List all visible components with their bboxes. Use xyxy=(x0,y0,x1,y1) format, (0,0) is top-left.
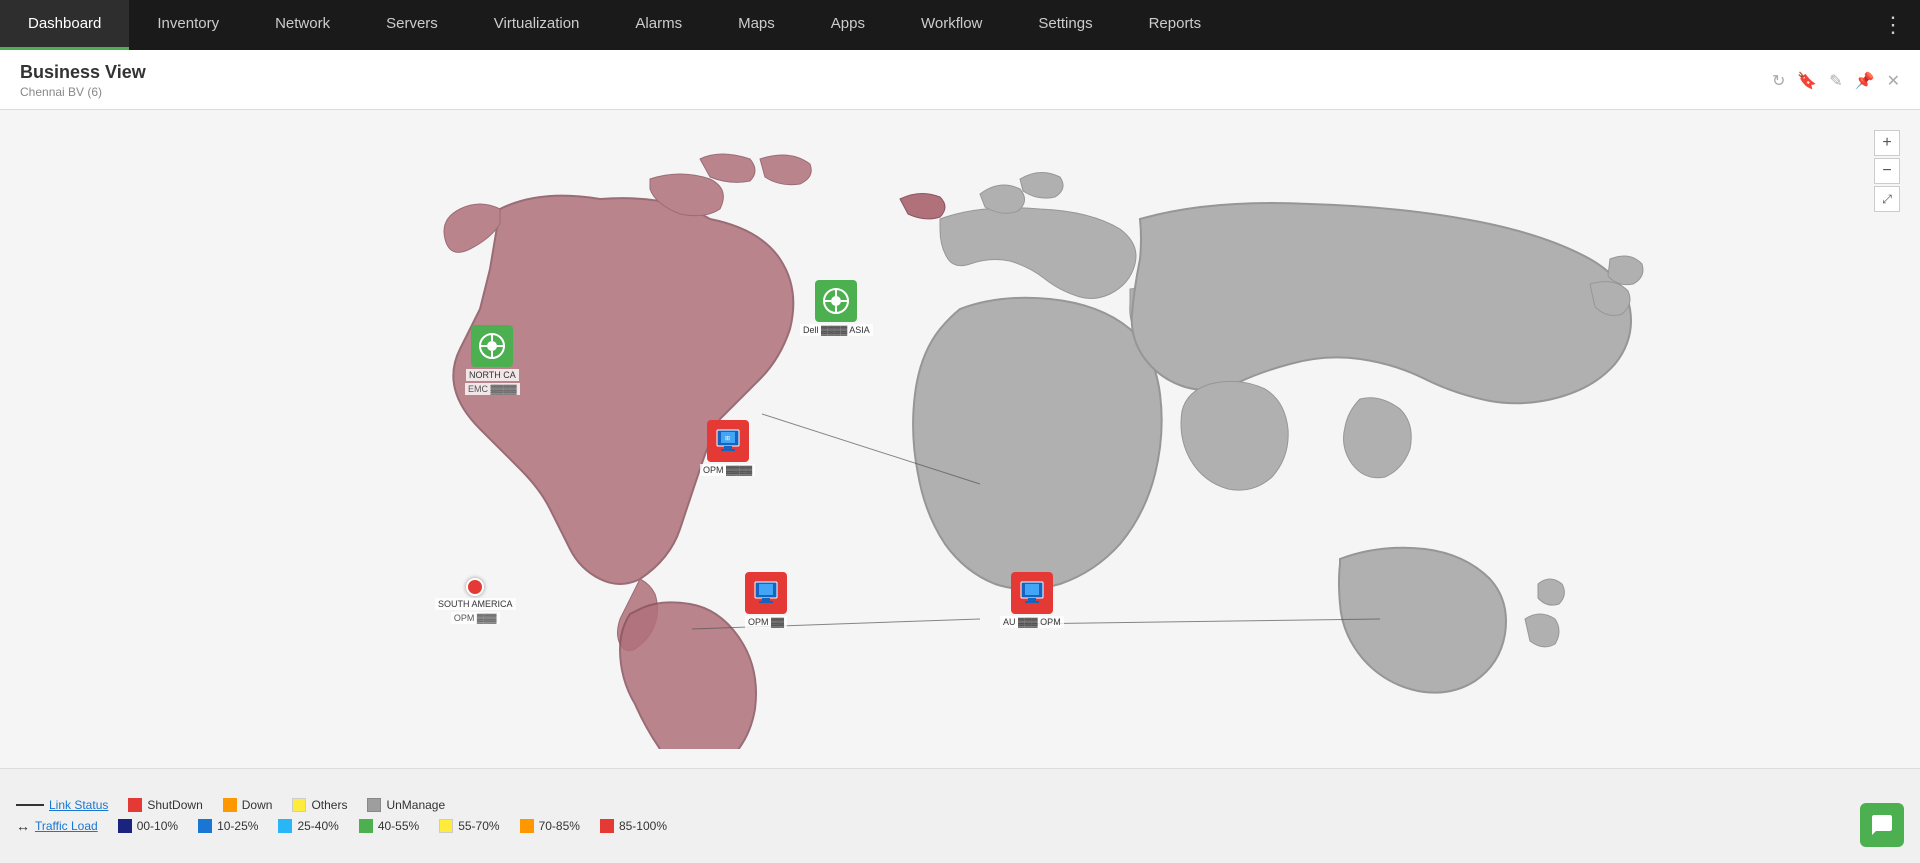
down-label: Down xyxy=(242,798,273,812)
legend-link-status: Link Status xyxy=(16,798,108,812)
nav-alarms[interactable]: Alarms xyxy=(607,0,710,50)
zoom-in-button[interactable]: + xyxy=(1874,130,1900,156)
svg-text:⊞: ⊞ xyxy=(725,436,730,442)
nav-virtualization[interactable]: Virtualization xyxy=(466,0,608,50)
traffic-10-25-icon xyxy=(198,819,212,833)
traffic-0-10-icon xyxy=(118,819,132,833)
fit-screen-button[interactable]: ⤢ xyxy=(1874,186,1900,212)
edit-icon[interactable]: ✎ xyxy=(1829,71,1842,91)
close-icon[interactable]: ✕ xyxy=(1887,71,1900,91)
legend-traffic-40-55: 40-55% xyxy=(359,819,419,833)
zoom-controls: + − ⤢ xyxy=(1874,130,1900,212)
node-australia[interactable]: AU ▓▓▓ OPM xyxy=(1000,572,1064,628)
nav-dashboard[interactable]: Dashboard xyxy=(0,0,129,50)
traffic-10-25-label: 10-25% xyxy=(217,819,258,833)
node-asia[interactable]: Dell ▓▓▓▓ ASIA xyxy=(800,280,873,336)
shutdown-label: ShutDown xyxy=(147,798,202,812)
page-header: Business View Chennai BV (6) ↻ 🔖 ✎ 📌 ✕ xyxy=(0,50,1920,110)
header-actions: ↻ 🔖 ✎ 📌 ✕ xyxy=(1772,71,1900,91)
legend-link-status-row: Link Status ShutDown Down Others UnManag… xyxy=(16,798,1904,812)
legend-traffic-25-40: 25-40% xyxy=(278,819,338,833)
nav-workflow[interactable]: Workflow xyxy=(893,0,1010,50)
node-south-america[interactable]: SOUTH AMERICA OPM ▓▓▓ xyxy=(435,578,516,624)
node-africa[interactable]: ⊞ OPM ▓▓▓▓ xyxy=(700,420,755,476)
legend-traffic-load: ↔ Traffic Load xyxy=(16,818,98,834)
legend-traffic-55-70: 55-70% xyxy=(439,819,499,833)
refresh-icon[interactable]: ↻ xyxy=(1772,71,1785,91)
page-title: Business View xyxy=(20,62,146,83)
nav-inventory[interactable]: Inventory xyxy=(129,0,247,50)
traffic-70-85-label: 70-85% xyxy=(539,819,580,833)
legend-traffic-70-85: 70-85% xyxy=(520,819,580,833)
nav-more-button[interactable]: ⋮ xyxy=(1866,0,1920,50)
traffic-85-100-label: 85-100% xyxy=(619,819,667,833)
chat-button[interactable] xyxy=(1860,803,1904,847)
legend-traffic-85-100: 85-100% xyxy=(600,819,667,833)
nav-apps[interactable]: Apps xyxy=(803,0,893,50)
traffic-40-55-icon xyxy=(359,819,373,833)
nav-settings[interactable]: Settings xyxy=(1010,0,1120,50)
pin-icon[interactable]: 📌 xyxy=(1855,71,1875,91)
traffic-55-70-icon xyxy=(439,819,453,833)
legend-others: Others xyxy=(292,798,347,812)
traffic-85-100-icon xyxy=(600,819,614,833)
navigation-bar: Dashboard Inventory Network Servers Virt… xyxy=(0,0,1920,50)
link-status-label[interactable]: Link Status xyxy=(49,798,108,812)
bookmark-icon[interactable]: 🔖 xyxy=(1797,71,1817,91)
legend-traffic-row: ↔ Traffic Load 00-10% 10-25% 25-40% 40-5… xyxy=(16,818,1904,834)
legend-traffic-10-25: 10-25% xyxy=(198,819,258,833)
down-color-icon xyxy=(223,798,237,812)
traffic-55-70-label: 55-70% xyxy=(458,819,499,833)
nav-servers[interactable]: Servers xyxy=(358,0,466,50)
legend-shutdown: ShutDown xyxy=(128,798,202,812)
traffic-0-10-label: 00-10% xyxy=(137,819,178,833)
others-color-icon xyxy=(292,798,306,812)
traffic-arrow-icon: ↔ xyxy=(16,818,30,834)
nav-maps[interactable]: Maps xyxy=(710,0,803,50)
legend: Link Status ShutDown Down Others UnManag… xyxy=(0,768,1920,863)
others-label: Others xyxy=(311,798,347,812)
traffic-load-label[interactable]: Traffic Load xyxy=(35,819,98,833)
nav-reports[interactable]: Reports xyxy=(1121,0,1230,50)
traffic-40-55-label: 40-55% xyxy=(378,819,419,833)
page-subtitle: Chennai BV (6) xyxy=(20,85,146,99)
traffic-25-40-label: 25-40% xyxy=(297,819,338,833)
zoom-out-button[interactable]: − xyxy=(1874,158,1900,184)
legend-down: Down xyxy=(223,798,273,812)
link-line-icon xyxy=(16,804,44,806)
legend-unmanage: UnManage xyxy=(367,798,445,812)
world-map[interactable]: NORTH CA EMC ▓▓▓▓ Dell ▓▓▓▓ ASIA xyxy=(0,110,1920,768)
traffic-70-85-icon xyxy=(520,819,534,833)
unmanage-label: UnManage xyxy=(386,798,445,812)
shutdown-color-icon xyxy=(128,798,142,812)
node-south-africa[interactable]: OPM ▓▓ xyxy=(745,572,787,628)
node-north-america[interactable]: NORTH CA EMC ▓▓▓▓ xyxy=(465,325,520,395)
legend-traffic-0-10: 00-10% xyxy=(118,819,178,833)
unmanage-color-icon xyxy=(367,798,381,812)
nav-network[interactable]: Network xyxy=(247,0,358,50)
map-area: NORTH CA EMC ▓▓▓▓ Dell ▓▓▓▓ ASIA xyxy=(0,110,1920,768)
traffic-25-40-icon xyxy=(278,819,292,833)
